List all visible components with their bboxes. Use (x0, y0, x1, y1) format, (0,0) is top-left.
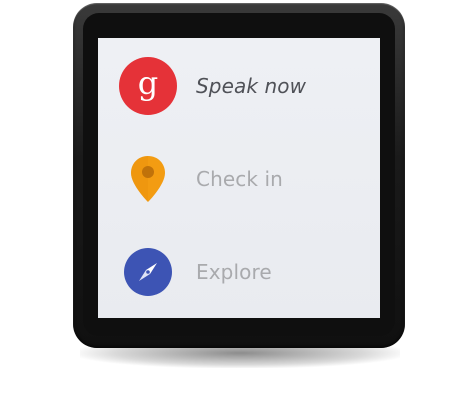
compass-icon (124, 248, 172, 296)
menu-item-label: Explore (196, 260, 272, 284)
explore-icon-wrap (118, 242, 178, 302)
menu-item-label: Speak now (196, 74, 307, 98)
menu-item-label: Check in (196, 167, 283, 191)
check-in-icon-wrap (118, 149, 178, 209)
speak-now-icon-wrap: g (118, 56, 178, 116)
menu-item-speak-now[interactable]: g Speak now (98, 46, 380, 126)
menu-item-check-in[interactable]: Check in (98, 139, 380, 219)
google-g-icon: g (119, 57, 177, 115)
location-pin-icon (131, 156, 165, 202)
compass-needle-icon (139, 263, 157, 281)
watch-screen: g Speak now Check in Explore (98, 38, 380, 318)
google-g-glyph: g (137, 64, 159, 102)
menu-item-explore[interactable]: Explore (98, 232, 380, 312)
